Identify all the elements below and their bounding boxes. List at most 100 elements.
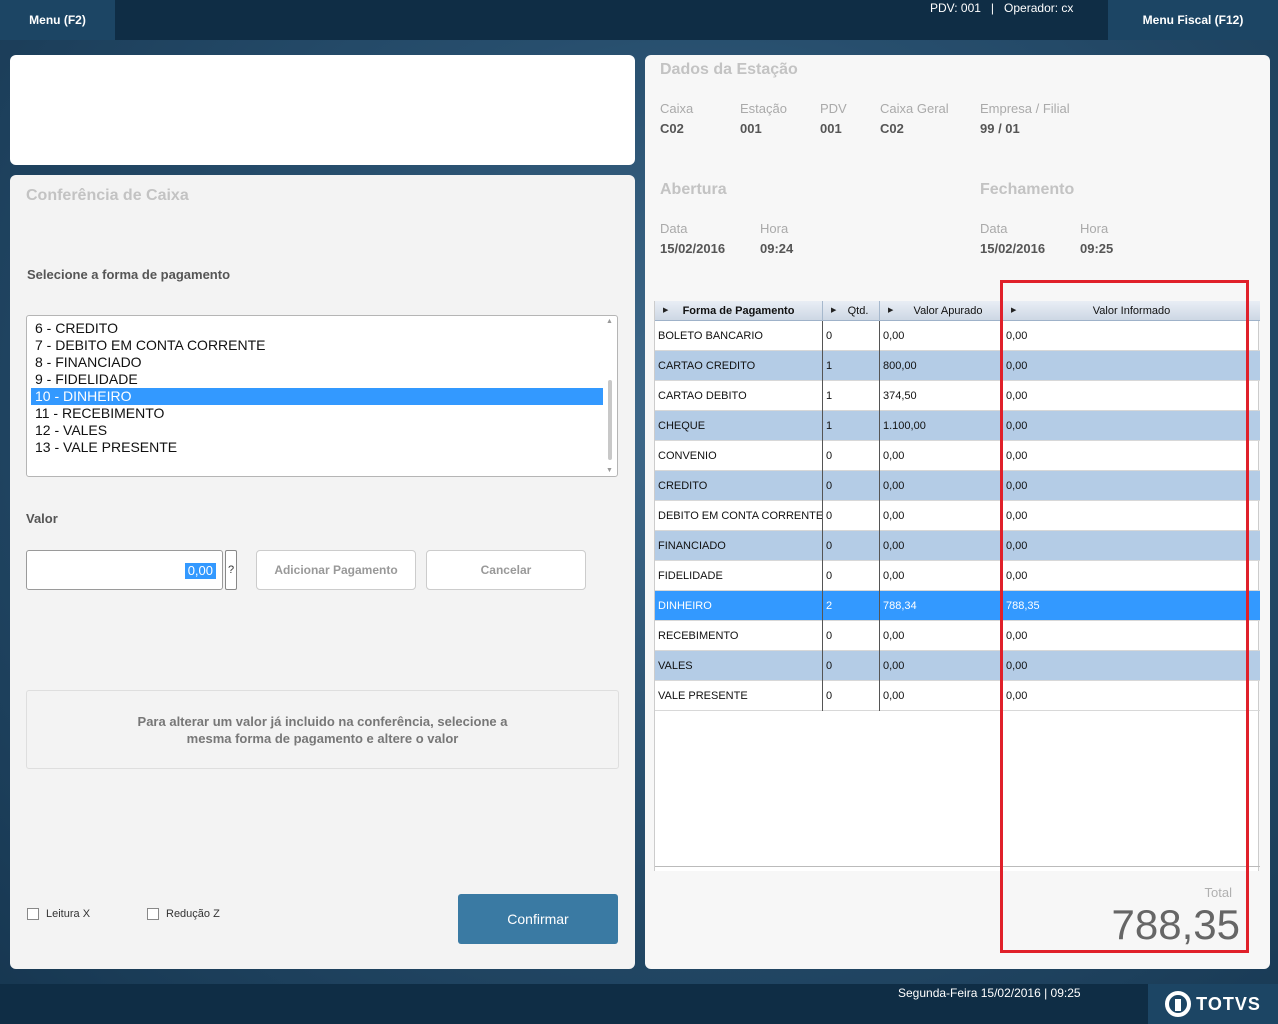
list-item[interactable]: 7 - DEBITO EM CONTA CORRENTE bbox=[31, 337, 603, 354]
table-cell: 0 bbox=[823, 321, 880, 351]
separator: | bbox=[990, 1, 995, 15]
panel-title: Dados da Estação bbox=[660, 61, 798, 78]
select-payment-label: Selecione a forma de pagamento bbox=[27, 267, 231, 282]
table-cell: 0,00 bbox=[1006, 360, 1028, 372]
table-cell: 788,35 bbox=[1006, 600, 1040, 612]
table-cell: 0 bbox=[823, 621, 880, 651]
reducao-z-option[interactable]: Redução Z bbox=[147, 908, 220, 920]
table-cell: CONVENIO bbox=[655, 441, 823, 471]
list-item-selected[interactable]: 10 - DINHEIRO bbox=[31, 388, 603, 405]
table-cell: 0,00 bbox=[880, 681, 1003, 711]
table-cell: CREDITO bbox=[655, 471, 823, 501]
table-cell: 0,00 bbox=[1006, 330, 1028, 342]
table-cell: 1.100,00 bbox=[880, 411, 1003, 441]
table-cell: 0,00 bbox=[1006, 690, 1028, 702]
sort-icon: ▶ bbox=[888, 307, 894, 314]
valor-value: 0,00 bbox=[184, 563, 216, 579]
conferencia-panel: Conferência de Caixa Selecione a forma d… bbox=[10, 175, 635, 969]
table-divider bbox=[655, 866, 1260, 867]
table-cell: 0 bbox=[823, 471, 880, 501]
listbox-scrollbar[interactable]: ▲ ▼ bbox=[605, 318, 615, 474]
table-cell: RECEBIMENTO bbox=[655, 621, 823, 651]
payment-table: ▶ Forma de Pagamento ▶ Qtd. ▶ Valor Apur… bbox=[654, 301, 1260, 871]
caixa-geral-value: C02 bbox=[880, 121, 904, 136]
col-header-forma[interactable]: ▶ Forma de Pagamento bbox=[655, 301, 823, 321]
table-cell: 0 bbox=[823, 441, 880, 471]
leitura-x-checkbox[interactable] bbox=[27, 908, 39, 920]
table-row[interactable]: RECEBIMENTO 0 0,00 0,00 bbox=[655, 621, 1260, 651]
list-item[interactable]: 9 - FIDELIDADE bbox=[31, 371, 603, 388]
valor-input[interactable]: 0,00 bbox=[26, 550, 223, 590]
total-value: 788,35 bbox=[1111, 901, 1240, 948]
operador-label: Operador: cx bbox=[1004, 1, 1074, 15]
footer-bar: Segunda-Feira 15/02/2016 | 09:25 TOTVS bbox=[0, 984, 1278, 1024]
table-row[interactable]: CARTAO CREDITO 1 800,00 0,00 bbox=[655, 351, 1260, 381]
fechamento-hora-value: 09:25 bbox=[1080, 241, 1114, 256]
table-row[interactable]: FIDELIDADE 0 0,00 0,00 bbox=[655, 561, 1260, 591]
table-row[interactable]: CREDITO 0 0,00 0,00 bbox=[655, 471, 1260, 501]
pdv-label: PDV: 001 bbox=[930, 1, 981, 15]
caixa-label: Caixa bbox=[660, 101, 694, 116]
leitura-x-option[interactable]: Leitura X bbox=[27, 908, 90, 920]
pdv-field-label: PDV bbox=[820, 101, 847, 116]
col-header-qtd[interactable]: ▶ Qtd. bbox=[823, 301, 880, 321]
table-row[interactable]: DINHEIRO 2 788,34 788,35 bbox=[655, 591, 1260, 621]
station-panel: Dados da Estação Caixa C02 Estação 001 P… bbox=[645, 55, 1270, 969]
table-cell: 0,00 bbox=[1006, 540, 1028, 552]
table-header: ▶ Forma de Pagamento ▶ Qtd. ▶ Valor Apur… bbox=[655, 301, 1260, 321]
empresa-value: 99 / 01 bbox=[980, 121, 1020, 136]
reducao-z-checkbox[interactable] bbox=[147, 908, 159, 920]
table-row[interactable]: DEBITO EM CONTA CORRENTE 0 0,00 0,00 bbox=[655, 501, 1260, 531]
caixa-value: C02 bbox=[660, 121, 684, 136]
col-header-valor-informado[interactable]: ▶ Valor Informado bbox=[1003, 301, 1260, 321]
totvs-logo: TOTVS bbox=[1148, 984, 1278, 1024]
table-row[interactable]: VALES 0 0,00 0,00 bbox=[655, 651, 1260, 681]
table-cell: BOLETO BANCARIO bbox=[655, 321, 823, 351]
payment-listbox[interactable]: 6 - CREDITO 7 - DEBITO EM CONTA CORRENTE… bbox=[26, 315, 618, 477]
table-cell: 0,00 bbox=[880, 471, 1003, 501]
table-row[interactable]: VALE PRESENTE 0 0,00 0,00 bbox=[655, 681, 1260, 711]
reducao-z-label: Redução Z bbox=[166, 908, 220, 920]
table-cell: 0 bbox=[823, 501, 880, 531]
panel-title: Conferência de Caixa bbox=[26, 187, 189, 204]
table-cell: 0,00 bbox=[1006, 420, 1028, 432]
add-payment-button[interactable]: Adicionar Pagamento bbox=[256, 550, 416, 590]
table-cell: VALE PRESENTE bbox=[655, 681, 823, 711]
valor-label: Valor bbox=[26, 511, 58, 526]
abertura-data-label: Data bbox=[660, 221, 688, 236]
list-item[interactable]: 12 - VALES bbox=[31, 422, 603, 439]
cancel-button[interactable]: Cancelar bbox=[426, 550, 586, 590]
table-row[interactable]: CHEQUE 1 1.100,00 0,00 bbox=[655, 411, 1260, 441]
empresa-label: Empresa / Filial bbox=[980, 101, 1070, 116]
list-item[interactable]: 6 - CREDITO bbox=[31, 320, 603, 337]
list-item[interactable]: 13 - VALE PRESENTE bbox=[31, 439, 603, 456]
abertura-hora-value: 09:24 bbox=[760, 241, 794, 256]
table-cell: 0,00 bbox=[1006, 660, 1028, 672]
scroll-thumb[interactable] bbox=[608, 380, 612, 460]
table-cell: 0 bbox=[823, 531, 880, 561]
table-cell: 1 bbox=[823, 351, 880, 381]
table-cell: 0,00 bbox=[1006, 630, 1028, 642]
totvs-logo-icon bbox=[1165, 991, 1192, 1017]
table-cell: 0,00 bbox=[880, 441, 1003, 471]
table-row[interactable]: CARTAO DEBITO 1 374,50 0,00 bbox=[655, 381, 1260, 411]
list-item[interactable]: 8 - FINANCIADO bbox=[31, 354, 603, 371]
table-row[interactable]: FINANCIADO 0 0,00 0,00 bbox=[655, 531, 1260, 561]
list-item[interactable]: 11 - RECEBIMENTO bbox=[31, 405, 603, 422]
scroll-up-icon[interactable]: ▲ bbox=[606, 318, 613, 325]
abertura-title: Abertura bbox=[660, 181, 727, 198]
pdv-field-value: 001 bbox=[820, 121, 842, 136]
table-cell: 0,00 bbox=[1006, 480, 1028, 492]
abertura-data-value: 15/02/2016 bbox=[660, 241, 726, 256]
menu-button[interactable]: Menu (F2) bbox=[0, 0, 115, 40]
table-cell: FIDELIDADE bbox=[655, 561, 823, 591]
table-cell: CARTAO CREDITO bbox=[655, 351, 823, 381]
help-button[interactable]: ? bbox=[225, 550, 237, 590]
table-cell: 0 bbox=[823, 651, 880, 681]
confirm-button[interactable]: Confirmar bbox=[458, 894, 618, 944]
table-row[interactable]: BOLETO BANCARIO 0 0,00 0,00 bbox=[655, 321, 1260, 351]
scroll-down-icon[interactable]: ▼ bbox=[606, 467, 613, 474]
col-header-valor-apurado[interactable]: ▶ Valor Apurado bbox=[880, 301, 1003, 321]
menu-fiscal-button[interactable]: Menu Fiscal (F12) bbox=[1108, 0, 1278, 40]
table-row[interactable]: CONVENIO 0 0,00 0,00 bbox=[655, 441, 1260, 471]
